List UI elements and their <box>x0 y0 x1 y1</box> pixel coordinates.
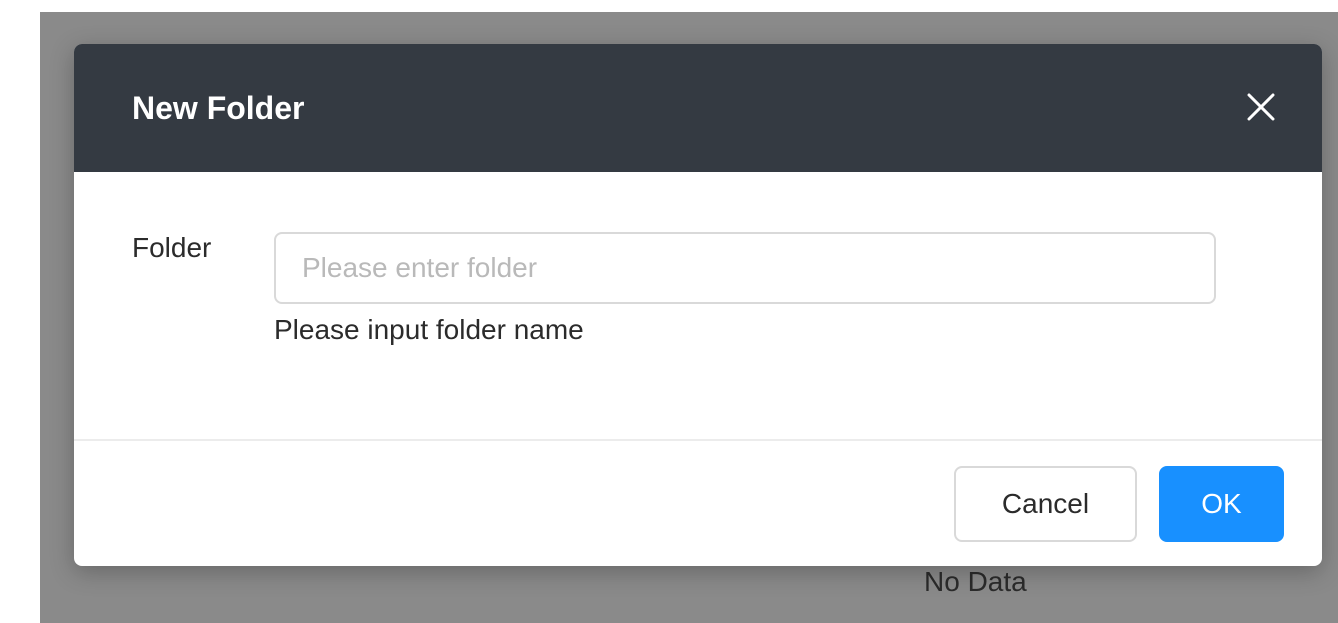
ok-button[interactable]: OK <box>1159 466 1284 542</box>
folder-help-text: Please input folder name <box>274 314 584 345</box>
folder-name-input[interactable] <box>274 232 1216 304</box>
folder-label: Folder <box>132 232 212 263</box>
cancel-button[interactable]: Cancel <box>954 466 1137 542</box>
dialog-header: New Folder <box>74 44 1322 172</box>
new-folder-dialog: New Folder Folder Please input folder na… <box>74 44 1322 566</box>
dialog-title: New Folder <box>132 90 305 126</box>
footer-divider <box>74 439 1322 441</box>
empty-state-text: No Data <box>924 566 1027 597</box>
close-icon[interactable] <box>1244 90 1278 124</box>
